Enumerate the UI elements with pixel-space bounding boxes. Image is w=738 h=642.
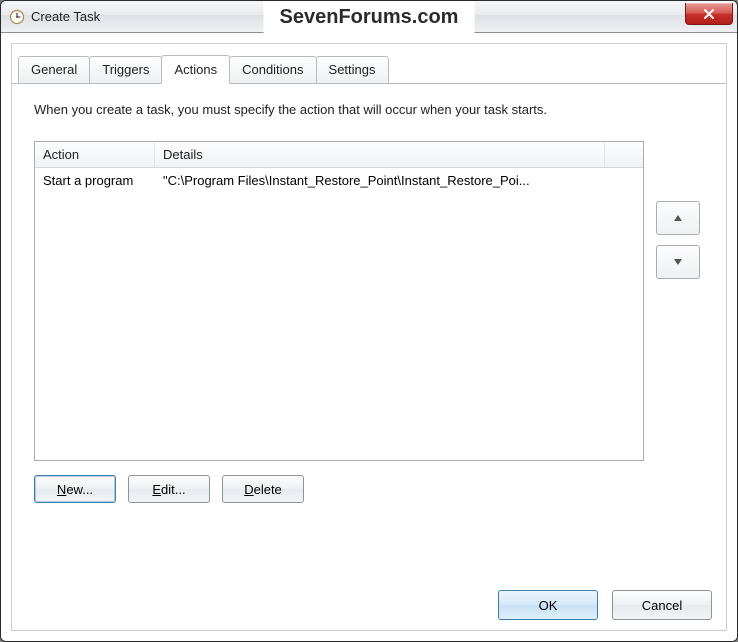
tab-triggers[interactable]: Triggers: [89, 56, 162, 83]
task-scheduler-icon: [9, 9, 25, 25]
reorder-buttons: [656, 201, 700, 279]
client-area: General Triggers Actions Conditions Sett…: [1, 33, 737, 641]
new-button-label-tail: ew...: [66, 482, 93, 497]
move-down-button[interactable]: [656, 245, 700, 279]
cell-action: Start a program: [35, 173, 155, 188]
tab-general[interactable]: General: [18, 56, 90, 83]
list-item[interactable]: Start a program "C:\Program Files\Instan…: [35, 168, 643, 192]
tab-strip: General Triggers Actions Conditions Sett…: [18, 53, 389, 83]
dialog-footer: OK Cancel: [498, 590, 712, 620]
tab-settings[interactable]: Settings: [316, 56, 389, 83]
edit-button[interactable]: Edit...: [128, 475, 210, 503]
close-button[interactable]: [685, 3, 733, 25]
move-up-button[interactable]: [656, 201, 700, 235]
column-header-details[interactable]: Details: [155, 142, 605, 167]
tab-actions[interactable]: Actions: [161, 55, 230, 84]
column-header-action[interactable]: Action: [35, 142, 155, 167]
titlebar: Create Task SevenForums.com: [1, 1, 737, 33]
delete-button[interactable]: Delete: [222, 475, 304, 503]
column-header-spacer: [605, 142, 643, 167]
intro-text: When you create a task, you must specify…: [34, 102, 704, 117]
actions-list-wrap: Action Details Start a program "C:\Progr…: [34, 141, 644, 461]
create-task-dialog: Create Task SevenForums.com General Trig…: [0, 0, 738, 642]
cell-details: "C:\Program Files\Instant_Restore_Point\…: [155, 173, 643, 188]
listview-header: Action Details: [35, 142, 643, 168]
tab-conditions[interactable]: Conditions: [229, 56, 316, 83]
tab-body-actions: When you create a task, you must specify…: [12, 84, 726, 630]
window-title: Create Task: [31, 9, 100, 24]
property-sheet: General Triggers Actions Conditions Sett…: [11, 43, 727, 631]
cancel-button[interactable]: Cancel: [612, 590, 712, 620]
watermark-text: SevenForums.com: [264, 1, 475, 33]
new-button[interactable]: New...: [34, 475, 116, 503]
action-buttons-row: New... Edit... Delete: [34, 475, 704, 503]
actions-listview[interactable]: Action Details Start a program "C:\Progr…: [34, 141, 644, 461]
ok-button[interactable]: OK: [498, 590, 598, 620]
